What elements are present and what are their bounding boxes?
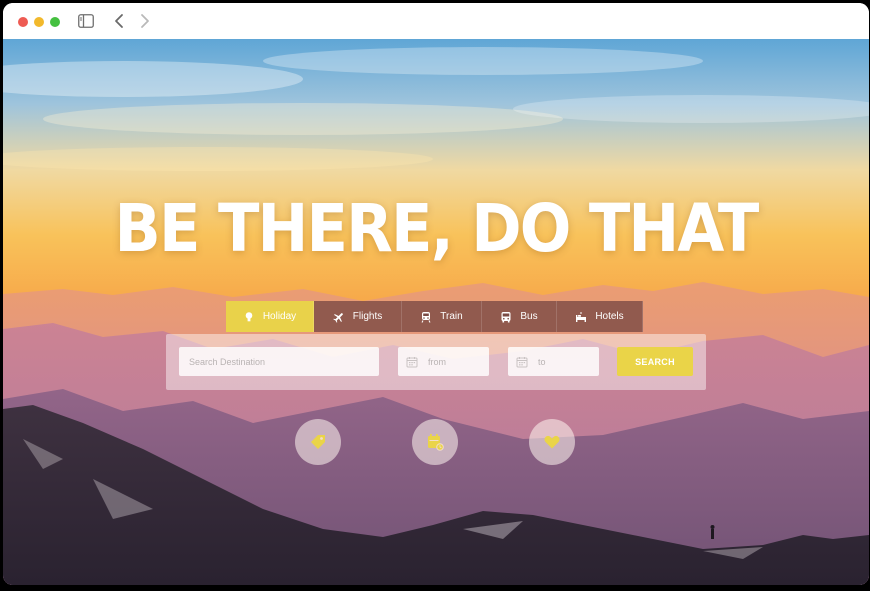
calendar-icon xyxy=(406,356,418,367)
tab-flights[interactable]: Flights xyxy=(314,301,402,332)
tab-label: Train xyxy=(440,311,463,322)
to-placeholder: to xyxy=(538,356,546,367)
hotel-bed-icon xyxy=(576,311,587,322)
hero-title: BE THERE, DO THAT xyxy=(114,190,760,267)
tab-hotels[interactable]: Hotels xyxy=(557,301,643,332)
heart-icon xyxy=(544,435,560,449)
back-icon[interactable] xyxy=(113,13,127,29)
tab-bus[interactable]: Bus xyxy=(482,301,557,332)
minimize-window-button[interactable] xyxy=(34,17,44,27)
tab-holiday[interactable]: Holiday xyxy=(226,301,314,332)
forward-icon[interactable] xyxy=(137,13,151,29)
deals-button[interactable] xyxy=(295,419,341,465)
to-date-input[interactable]: to xyxy=(508,347,599,376)
browser-toolbar xyxy=(3,3,869,40)
travel-type-tabs: Holiday Flights Train Bus Hotels xyxy=(226,301,643,332)
close-window-button[interactable] xyxy=(18,17,28,27)
tab-label: Flights xyxy=(352,311,383,322)
favorites-button[interactable] xyxy=(529,419,575,465)
sidebar-toggle-icon[interactable] xyxy=(78,14,94,28)
tab-label: Hotels xyxy=(595,311,624,322)
tag-icon xyxy=(311,435,325,449)
tab-train[interactable]: Train xyxy=(402,301,482,332)
destination-input[interactable]: Search Destination xyxy=(179,347,379,376)
train-icon xyxy=(421,311,431,323)
tab-label: Bus xyxy=(520,311,538,322)
schedule-button[interactable] xyxy=(412,419,458,465)
calendar-icon xyxy=(428,434,444,451)
lightbulb-icon xyxy=(245,311,253,321)
search-button[interactable]: SEARCH xyxy=(617,347,693,376)
from-date-input[interactable]: from xyxy=(398,347,489,376)
bus-icon xyxy=(501,311,511,322)
from-placeholder: from xyxy=(428,356,446,367)
airplane-icon xyxy=(333,312,343,323)
zoom-window-button[interactable] xyxy=(50,17,60,27)
tab-label: Holiday xyxy=(262,311,297,322)
page-viewport: BE THERE, DO THAT Holiday Flights Train … xyxy=(3,39,869,585)
calendar-icon xyxy=(516,356,528,367)
search-panel: Search Destination from to SEARCH xyxy=(166,334,706,390)
destination-placeholder: Search Destination xyxy=(189,356,266,367)
browser-window: BE THERE, DO THAT Holiday Flights Train … xyxy=(3,3,869,585)
